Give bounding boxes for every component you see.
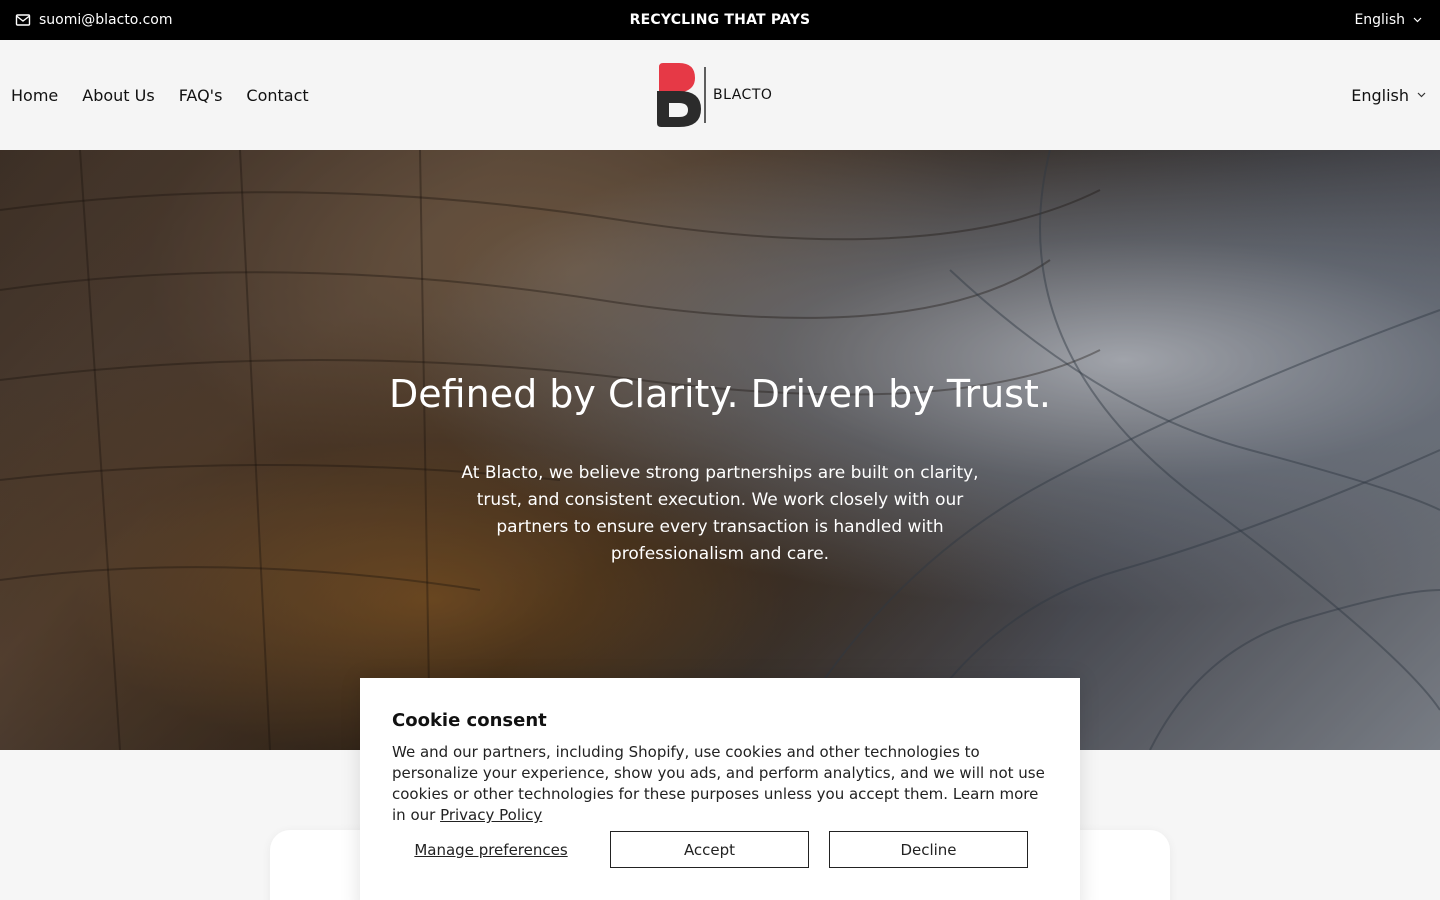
hero-title: Defined by Clarity. Driven by Trust.: [389, 372, 1051, 416]
cookie-title: Cookie consent: [392, 710, 547, 731]
accept-button[interactable]: Accept: [610, 831, 809, 868]
nav-contact[interactable]: Contact: [246, 86, 308, 105]
cookie-description: We and our partners, including Shopify, …: [392, 742, 1052, 826]
language-selector-top[interactable]: English: [1354, 0, 1422, 40]
main-nav: Home About Us FAQ's Contact: [11, 40, 309, 150]
hero-overlay: [0, 150, 1440, 750]
nav-about-us[interactable]: About Us: [82, 86, 154, 105]
privacy-policy-link[interactable]: Privacy Policy: [440, 806, 542, 824]
mail-icon: [15, 14, 31, 26]
cookie-consent-dialog: Cookie consent We and our partners, incl…: [360, 678, 1080, 900]
nav-faqs[interactable]: FAQ's: [179, 86, 223, 105]
chevron-down-icon: [1417, 92, 1426, 98]
site-header: Home About Us FAQ's Contact BLACTO Engli…: [0, 40, 1440, 150]
decline-button[interactable]: Decline: [829, 831, 1028, 868]
hero-description: At Blacto, we believe strong partnership…: [461, 463, 979, 564]
announcement-bar: suomi@blacto.com RECYCLING THAT PAYS Eng…: [0, 0, 1440, 40]
email-text: suomi@blacto.com: [39, 12, 173, 28]
logo-text: BLACTO: [713, 87, 773, 103]
logo-mark: [657, 63, 706, 127]
language-selector[interactable]: English: [1351, 40, 1426, 150]
language-label: English: [1351, 85, 1409, 105]
email-link[interactable]: suomi@blacto.com: [15, 0, 172, 40]
nav-home[interactable]: Home: [11, 86, 58, 105]
manage-preferences-button[interactable]: Manage preferences: [392, 831, 590, 868]
announcement-text: RECYCLING THAT PAYS: [629, 12, 811, 28]
site-logo[interactable]: BLACTO: [655, 60, 785, 130]
hero-banner: Defined by Clarity. Driven by Trust. At …: [0, 150, 1440, 750]
language-label: English: [1354, 12, 1405, 28]
chevron-down-icon: [1413, 17, 1422, 23]
